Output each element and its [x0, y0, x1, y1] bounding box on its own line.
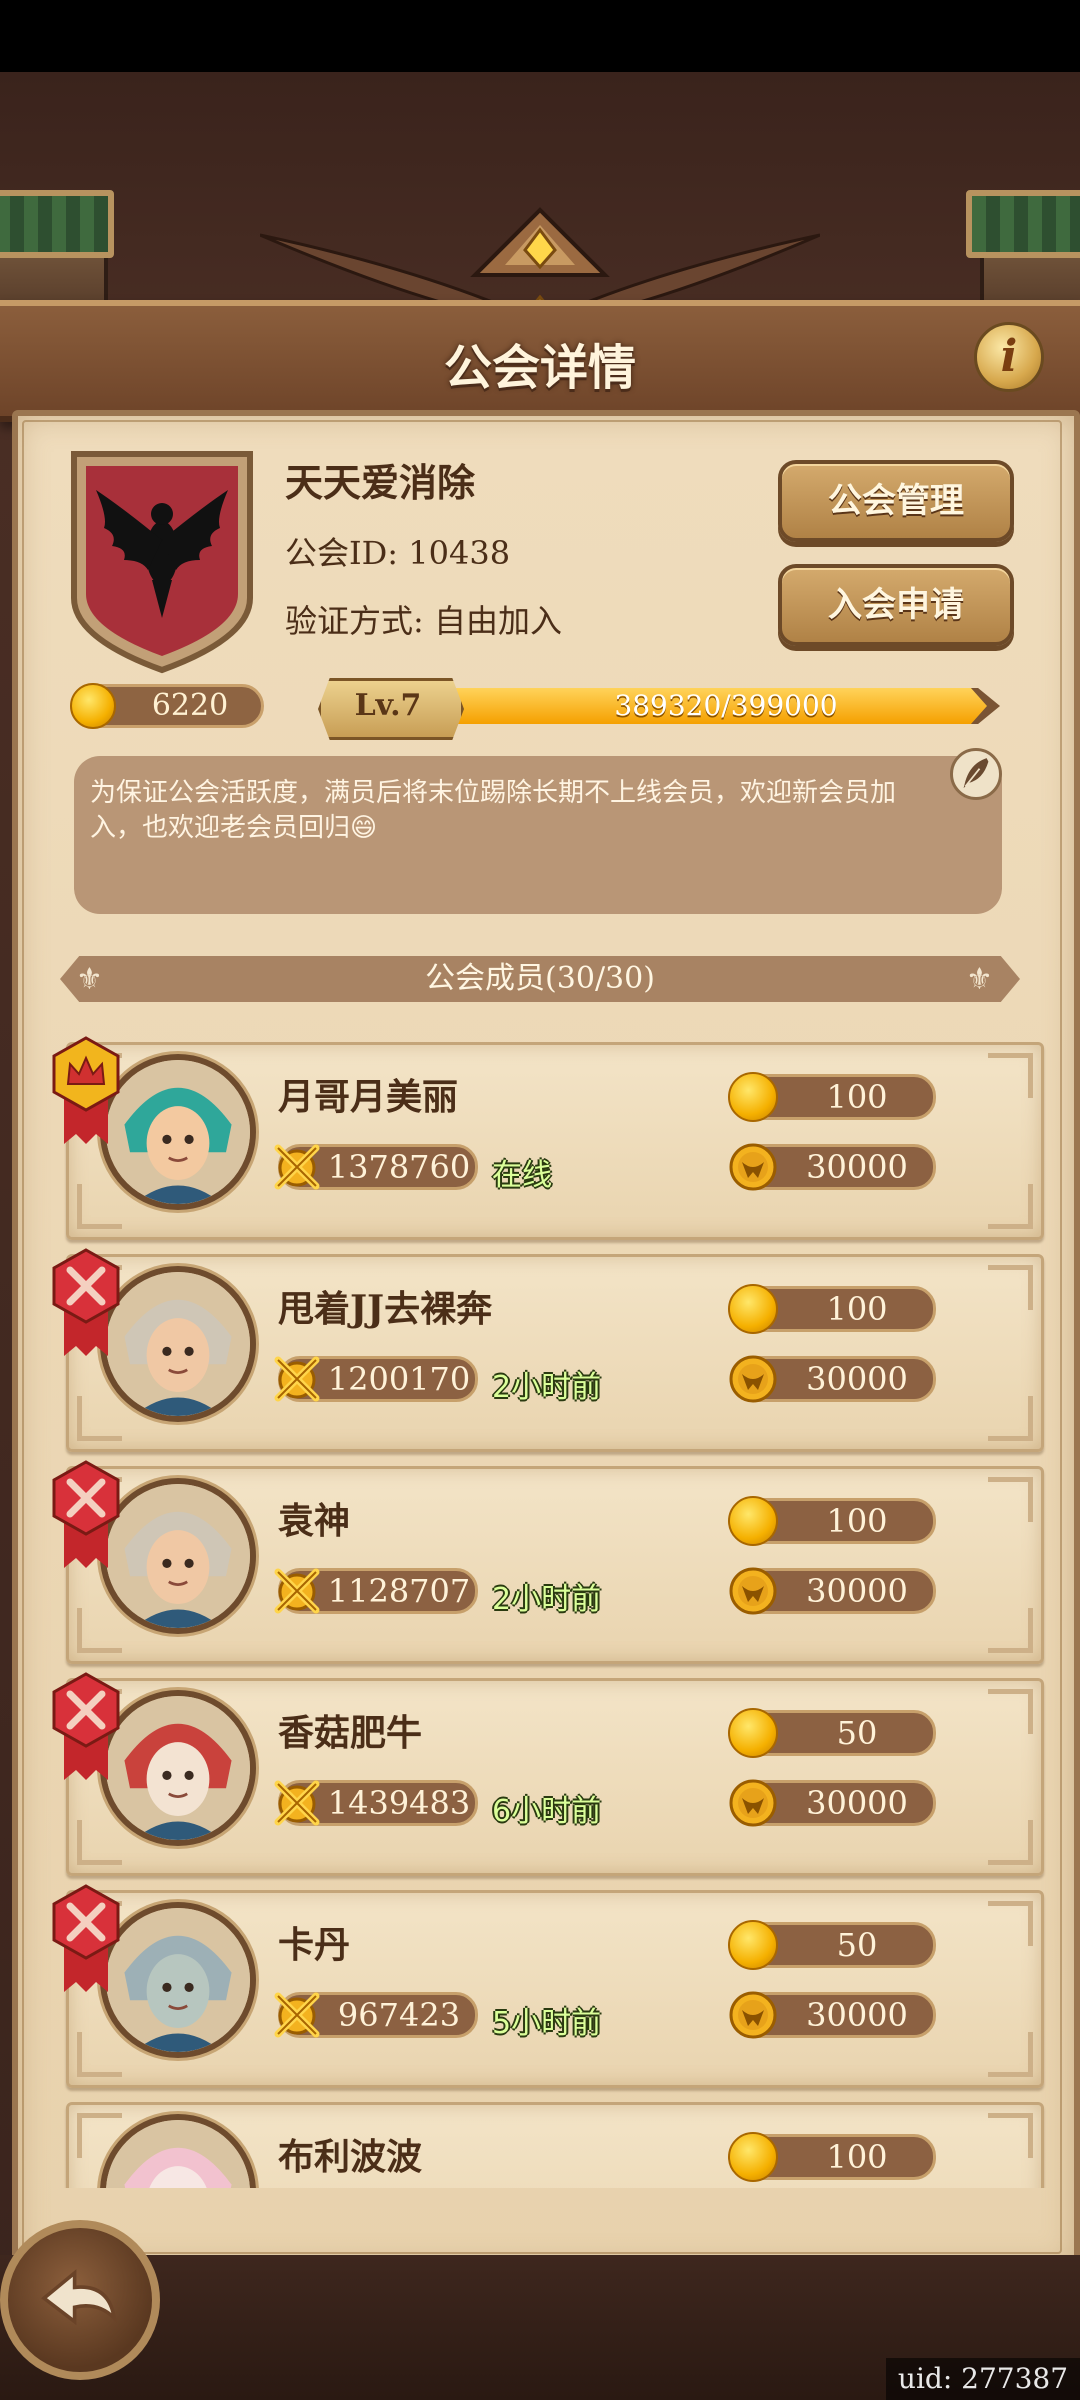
- card-corner-ornament: [77, 1608, 122, 1653]
- online-status: 2小时前: [492, 1582, 602, 1617]
- eagle-medal-icon: [728, 1778, 778, 1828]
- card-corner-ornament: [988, 1184, 1033, 1229]
- crossed-swords-power-icon: [270, 1354, 324, 1404]
- goblin-elder-avatar[interactable]: [100, 1902, 256, 2058]
- member-name: 甩着JJ去裸奔: [278, 1288, 493, 1330]
- xp-bar-text: 389320/399000: [614, 689, 838, 722]
- card-corner-ornament: [77, 1820, 122, 1865]
- green-hair-elf-avatar[interactable]: [100, 1054, 256, 1210]
- crossed-swords-ribbon-icon: [50, 1884, 122, 1996]
- score-value: 30000: [806, 1572, 908, 1610]
- card-corner-ornament: [988, 2032, 1033, 2077]
- guild-id: 公会ID: 10438: [285, 534, 511, 572]
- red-dragon-avatar[interactable]: [100, 1690, 256, 1846]
- crossed-swords-ribbon-icon: [50, 1248, 122, 1360]
- leader-crown-ribbon-icon: [50, 1036, 122, 1148]
- member-name: 卡丹: [278, 1924, 351, 1966]
- members-title: 公会成员(30/30): [425, 961, 655, 996]
- contribution-value: 100: [826, 1078, 888, 1116]
- crossed-swords-power-icon: [270, 1778, 324, 1828]
- guild-manage-button[interactable]: 公会管理: [778, 460, 1014, 542]
- card-corner-ornament: [988, 1901, 1033, 1946]
- crossed-swords-power-icon: [270, 1990, 324, 2040]
- member-name: 月哥月美丽: [278, 1076, 459, 1118]
- level-label: Lv.7: [354, 688, 422, 723]
- eagle-medal-icon: [728, 1566, 778, 1616]
- avatar-portrait: [106, 1272, 250, 1416]
- score-value: 30000: [806, 1996, 908, 2034]
- eagle-medal-icon: [728, 1142, 778, 1192]
- card-corner-ornament: [988, 1396, 1033, 1441]
- crossed-swords-ribbon-icon: [50, 1460, 122, 1572]
- avatar-portrait: [106, 1908, 250, 2052]
- member-name: 袁神: [278, 1500, 351, 1542]
- gold-coin-icon: [728, 1284, 778, 1334]
- gold-coin-icon: [728, 1920, 778, 1970]
- avatar-portrait: [106, 1696, 250, 1840]
- goggles-girl-avatar[interactable]: [100, 1266, 256, 1422]
- power-value: 1128707: [327, 1572, 471, 1610]
- member-name: 布利波波: [278, 2136, 423, 2178]
- guild-eagle-banner-icon: [71, 451, 253, 674]
- member-name: 香菇肥牛: [278, 1712, 423, 1754]
- power-value: 1439483: [327, 1784, 471, 1822]
- score-value: 30000: [806, 1148, 908, 1186]
- card-corner-ornament: [988, 1265, 1033, 1310]
- fleur-right-icon: ⚜: [966, 962, 993, 997]
- guild-coin-value: 6220: [151, 688, 229, 723]
- status-bar-area: [0, 0, 1080, 72]
- score-value: 30000: [806, 1360, 908, 1398]
- card-corner-ornament: [77, 2032, 122, 2077]
- member-list[interactable]: 月哥月美丽 1378760 在线 100 30000 甩着JJ去裸奔 1200170 2小时前…: [30, 1030, 1060, 2188]
- contribution-value: 50: [836, 1926, 878, 1964]
- online-status: 6小时前: [492, 1794, 602, 1829]
- online-status: 5小时前: [492, 2006, 602, 2041]
- card-corner-ornament: [988, 1477, 1033, 1522]
- goggles-girl-avatar[interactable]: [100, 1478, 256, 1634]
- edit-announcement-button[interactable]: [950, 748, 1002, 800]
- left-pillar-cap: [0, 190, 114, 258]
- crossed-swords-power-icon: [270, 1142, 324, 1192]
- page-title: 公会详情: [443, 340, 636, 396]
- fleur-left-icon: ⚜: [76, 962, 103, 997]
- crossed-swords-power-icon: [270, 1566, 324, 1616]
- online-status: 在线: [492, 1158, 552, 1193]
- guild-verify-mode: 验证方式: 自由加入: [285, 602, 562, 640]
- card-corner-ornament: [988, 1053, 1033, 1098]
- eagle-medal-icon: [728, 1354, 778, 1404]
- avatar-portrait: [106, 1060, 250, 1204]
- avatar-portrait: [106, 1484, 250, 1628]
- join-requests-button[interactable]: 入会申请: [778, 564, 1014, 646]
- power-value: 1378760: [327, 1148, 471, 1186]
- card-corner-ornament: [988, 2113, 1033, 2158]
- crossed-swords-ribbon-icon: [50, 1672, 122, 1784]
- card-corner-ornament: [77, 1184, 122, 1229]
- power-value: 967423: [337, 1996, 461, 2034]
- gold-coin-icon: [728, 2132, 778, 2182]
- gold-coin-icon: [728, 1708, 778, 1758]
- card-corner-ornament: [988, 1608, 1033, 1653]
- power-value: 1200170: [327, 1360, 471, 1398]
- card-corner-ornament: [988, 1689, 1033, 1734]
- contribution-value: 100: [826, 1502, 888, 1540]
- uid-label: uid: 277387: [886, 2358, 1080, 2400]
- gold-coin-icon: [728, 1072, 778, 1122]
- gold-coin-icon: [70, 683, 116, 729]
- contribution-value: 50: [836, 1714, 878, 1752]
- info-button[interactable]: i: [974, 322, 1044, 392]
- card-corner-ornament: [988, 1820, 1033, 1865]
- back-arrow-icon: [41, 2269, 117, 2326]
- back-button[interactable]: [0, 2220, 160, 2380]
- contribution-value: 100: [826, 2138, 888, 2176]
- quill-icon: [963, 758, 989, 789]
- contribution-value: 100: [826, 1290, 888, 1328]
- right-pillar-cap: [966, 190, 1080, 258]
- card-corner-ornament: [77, 1396, 122, 1441]
- guild-name: 天天爱消除: [285, 460, 476, 505]
- announcement-text: 为保证公会活跃度，满员后将末位踢除长期不上线会员，欢迎新会员加入，也欢迎老会员回…: [90, 778, 897, 843]
- eagle-medal-icon: [728, 1990, 778, 2040]
- score-value: 30000: [806, 1784, 908, 1822]
- online-status: 2小时前: [492, 1370, 602, 1405]
- gold-coin-icon: [728, 1496, 778, 1546]
